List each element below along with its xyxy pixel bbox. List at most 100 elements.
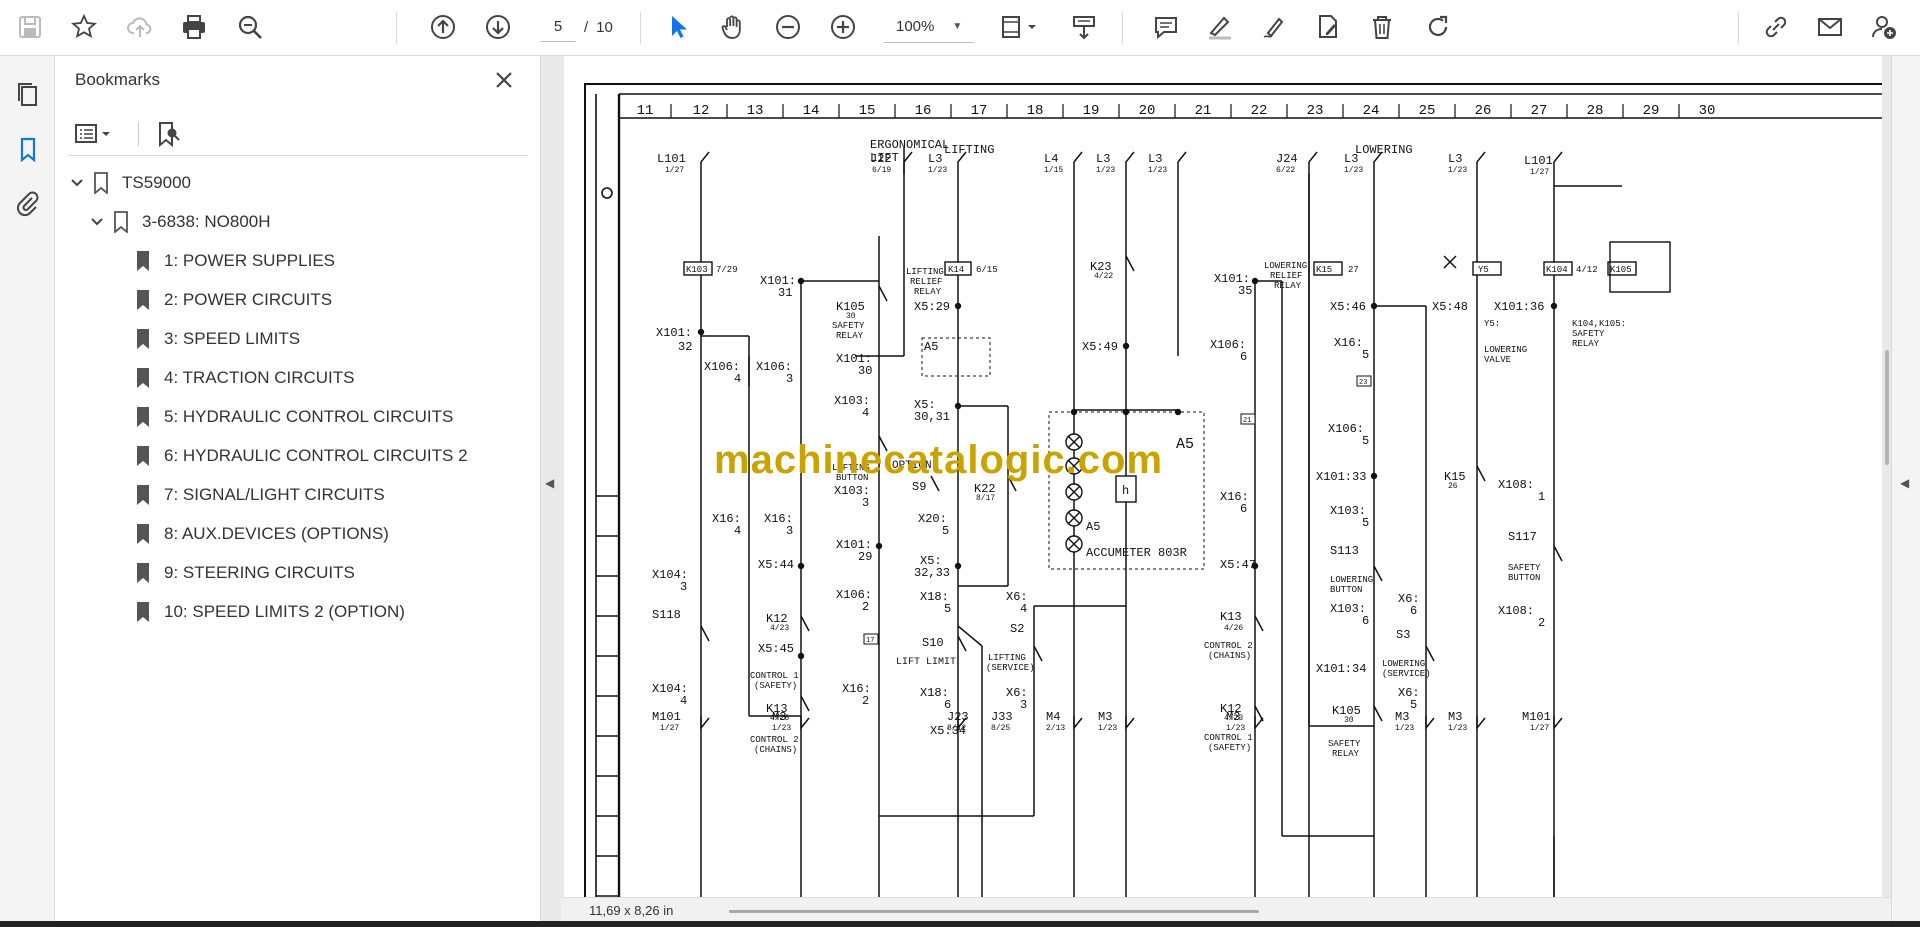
comment-icon[interactable] xyxy=(1148,9,1184,45)
reference-label: L3 xyxy=(1096,152,1110,166)
page-thumbnails-icon[interactable] xyxy=(10,76,46,112)
component-desc: RELAY xyxy=(1332,749,1360,759)
bookmark-root-label: TS59000 xyxy=(122,173,191,192)
bookmarks-panel-icon[interactable] xyxy=(10,131,46,167)
terminal-label: X108: xyxy=(1498,478,1534,492)
chevron-down-icon[interactable] xyxy=(88,215,106,229)
horizontal-scrollbar[interactable] xyxy=(729,910,1259,913)
select-cursor-icon[interactable] xyxy=(660,9,696,45)
bookmark-options-icon[interactable] xyxy=(74,118,124,150)
terminal-label: 35 xyxy=(1238,284,1252,298)
terminal-label: 4 xyxy=(1020,602,1027,616)
page-number-input[interactable]: 5 xyxy=(540,12,576,42)
column-number: 19 xyxy=(1083,103,1100,119)
rotate-icon[interactable] xyxy=(1420,9,1456,45)
terminal-label: 4 xyxy=(734,524,741,538)
collapse-left-icon[interactable]: ◀ xyxy=(545,476,559,490)
terminal-label: 30,31 xyxy=(914,410,950,424)
fit-page-icon[interactable] xyxy=(997,9,1043,45)
reference-label: 1/27 xyxy=(1530,168,1549,177)
component-desc: CONTROL 1 xyxy=(750,671,799,681)
terminal-label: 5 xyxy=(942,524,949,538)
bookmark-item-label: 10: SPEED LIMITS 2 (OPTION) xyxy=(164,602,405,621)
left-navigation-rail xyxy=(0,56,55,923)
save-icon[interactable] xyxy=(12,9,48,45)
reference-label: M4 xyxy=(1046,710,1060,724)
terminal-label: 6 xyxy=(944,698,951,712)
reference-label: J33 xyxy=(991,710,1013,724)
email-icon[interactable] xyxy=(1812,9,1848,45)
column-number: 13 xyxy=(747,103,764,119)
edit-document-icon[interactable] xyxy=(1310,9,1346,45)
document-viewer[interactable]: 11 12 13 14 15 16 17 18 19 20 21 22 23 2… xyxy=(561,56,1891,923)
highlight-pen-icon[interactable] xyxy=(1202,9,1238,45)
hand-tool-icon[interactable] xyxy=(715,9,751,45)
expand-tools-icon[interactable]: ◀ xyxy=(1900,476,1914,490)
cloud-upload-icon[interactable] xyxy=(122,9,158,45)
draw-icon[interactable] xyxy=(1256,9,1292,45)
component-desc: (SERVICE) xyxy=(1382,669,1431,679)
relay-label: K105 xyxy=(1610,265,1632,275)
terminal-label: 2 xyxy=(862,694,869,708)
terminal-label: X5:48 xyxy=(1432,300,1468,314)
component-label: S3 xyxy=(1396,628,1410,642)
zoom-in-icon[interactable] xyxy=(825,9,861,45)
bookmark-item[interactable]: 6: HYDRAULIC CONTROL CIRCUITS 2 xyxy=(136,441,468,471)
bookmarks-panel: Bookmarks TS59000 3-6838: NO800H 1: POWE… xyxy=(56,56,541,923)
next-page-icon[interactable] xyxy=(480,9,516,45)
zoom-out-icon[interactable] xyxy=(770,9,806,45)
column-number: 24 xyxy=(1363,103,1380,119)
reference-label: 1/27 xyxy=(660,724,679,733)
add-bookmark-icon[interactable] xyxy=(152,118,184,150)
bookmark-icon xyxy=(136,562,150,584)
chevron-down-icon[interactable] xyxy=(68,176,86,190)
component-ref: 30 xyxy=(1344,716,1354,725)
bookmark-group-label: 3-6838: NO800H xyxy=(142,212,271,231)
bookmark-item[interactable]: 7: SIGNAL/LIGHT CIRCUITS xyxy=(136,480,385,510)
terminal-label: 5 xyxy=(1410,698,1417,712)
chevron-down-icon: ▼ xyxy=(952,21,963,32)
column-number: 18 xyxy=(1027,103,1044,119)
share-link-icon[interactable] xyxy=(1758,9,1794,45)
add-user-icon[interactable] xyxy=(1866,9,1902,45)
terminal-label: 3 xyxy=(786,524,793,538)
bookmark-item[interactable]: 3: SPEED LIMITS xyxy=(136,324,300,354)
vertical-scrollbar[interactable] xyxy=(1885,350,1889,465)
terminal-label: 4 xyxy=(680,694,687,708)
panel-collapse-bar[interactable]: ◀ xyxy=(541,56,561,923)
star-icon[interactable] xyxy=(66,9,102,45)
bookmark-item[interactable]: 8: AUX.DEVICES (OPTIONS) xyxy=(136,519,389,549)
zoom-search-icon[interactable] xyxy=(232,9,268,45)
reference-label: 1/23 xyxy=(1395,724,1414,733)
scroll-mode-icon[interactable] xyxy=(1066,9,1102,45)
bookmark-root[interactable]: TS59000 xyxy=(68,168,191,198)
previous-page-icon[interactable] xyxy=(425,9,461,45)
column-number: 22 xyxy=(1251,103,1268,119)
bookmark-item[interactable]: 10: SPEED LIMITS 2 (OPTION) xyxy=(136,597,405,627)
print-icon[interactable] xyxy=(176,9,212,45)
bookmark-item-label: 9: STEERING CIRCUITS xyxy=(164,563,355,582)
relay-desc: LOWERING xyxy=(1264,261,1307,271)
bookmark-item[interactable]: 9: STEERING CIRCUITS xyxy=(136,558,355,588)
page-size-label: 11,69 x 8,26 in xyxy=(589,903,674,918)
bookmark-item-label: 5: HYDRAULIC CONTROL CIRCUITS xyxy=(164,407,454,426)
bookmark-item-label: 1: POWER SUPPLIES xyxy=(164,251,335,270)
relay-desc: LIFTING xyxy=(906,267,944,277)
attachments-icon[interactable] xyxy=(10,186,46,222)
delete-icon[interactable] xyxy=(1364,9,1400,45)
reference-label: 1/23 xyxy=(928,166,947,175)
bookmark-item[interactable]: 1: POWER SUPPLIES xyxy=(136,246,335,276)
section-title: LIFTING xyxy=(944,143,994,157)
bookmark-icon xyxy=(136,601,150,623)
close-icon[interactable] xyxy=(490,66,518,94)
zoom-level-select[interactable]: 100% ▼ xyxy=(884,11,974,43)
bookmark-item[interactable]: 4: TRACTION CIRCUITS xyxy=(136,363,354,393)
terminal-label: 2 xyxy=(862,600,869,614)
column-number: 12 xyxy=(693,103,710,119)
bookmark-item-label: 7: SIGNAL/LIGHT CIRCUITS xyxy=(164,485,385,504)
bookmark-item[interactable]: 2: POWER CIRCUITS xyxy=(136,285,332,315)
bookmark-item[interactable]: 5: HYDRAULIC CONTROL CIRCUITS xyxy=(136,402,453,432)
right-tools-rail[interactable]: ◀ xyxy=(1891,56,1920,923)
bookmark-group[interactable]: 3-6838: NO800H xyxy=(88,207,271,237)
bookmark-icon xyxy=(136,523,150,545)
